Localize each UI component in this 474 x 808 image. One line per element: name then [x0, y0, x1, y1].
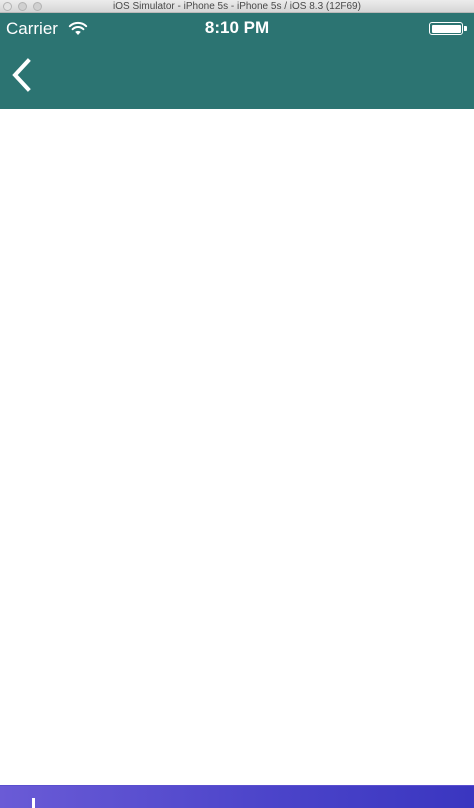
status-bar: Carrier 8:10 PM: [0, 13, 474, 43]
back-button[interactable]: [0, 51, 44, 99]
status-time: 8:10 PM: [204, 18, 270, 37]
battery-fill: [431, 24, 461, 33]
main-content: [0, 109, 474, 785]
battery-icon: [429, 22, 467, 35]
bottom-bar-indicator: [32, 798, 35, 808]
app-header: Carrier 8:10 PM: [0, 13, 474, 109]
chevron-left-icon: [12, 58, 31, 92]
bottom-bar: [0, 785, 474, 808]
navigation-bar: [0, 43, 474, 109]
window-title: iOS Simulator - iPhone 5s - iPhone 5s / …: [113, 1, 361, 12]
window-titlebar: iOS Simulator - iPhone 5s - iPhone 5s / …: [0, 0, 474, 13]
simulator-window: iOS Simulator - iPhone 5s - iPhone 5s / …: [0, 0, 474, 808]
